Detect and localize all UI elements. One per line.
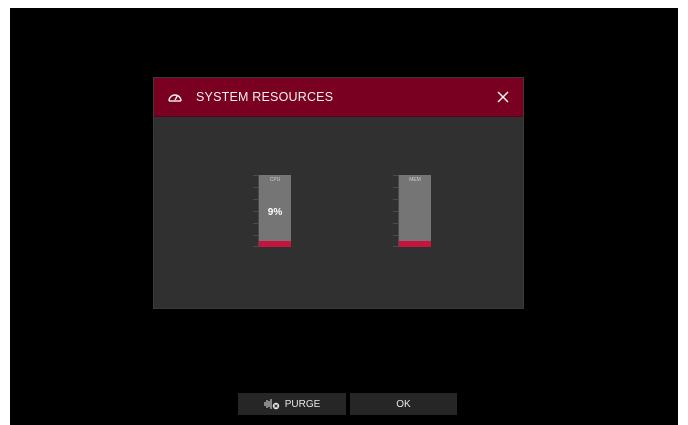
purge-icon [264, 399, 279, 410]
dialog-header: SYSTEM RESOURCES [154, 78, 523, 117]
mem-meter-scale [392, 175, 399, 247]
dialog-title: SYSTEM RESOURCES [196, 90, 334, 104]
cpu-meter-bar: CPU 9% [259, 175, 291, 247]
purge-button[interactable]: PURGE [238, 393, 346, 415]
cpu-meter-label: CPU [269, 177, 281, 183]
ok-button-label: OK [396, 398, 411, 410]
purge-button-label: PURGE [284, 398, 321, 410]
cpu-meter: CPU 9% [252, 175, 292, 247]
mem-meter-label: MEM [409, 177, 421, 183]
ok-button[interactable]: OK [350, 393, 457, 415]
cpu-meter-fill [259, 240, 291, 247]
mem-meter-fill [399, 240, 431, 247]
close-icon[interactable] [495, 89, 511, 105]
cpu-meter-value: 9% [267, 207, 283, 218]
mem-meter-bar: MEM [399, 175, 431, 247]
mem-meter: MEM [392, 175, 432, 247]
cpu-meter-scale [252, 175, 259, 247]
gauge-icon [168, 94, 182, 102]
system-resources-dialog: SYSTEM RESOURCES CPU 9% MEM [153, 77, 524, 309]
